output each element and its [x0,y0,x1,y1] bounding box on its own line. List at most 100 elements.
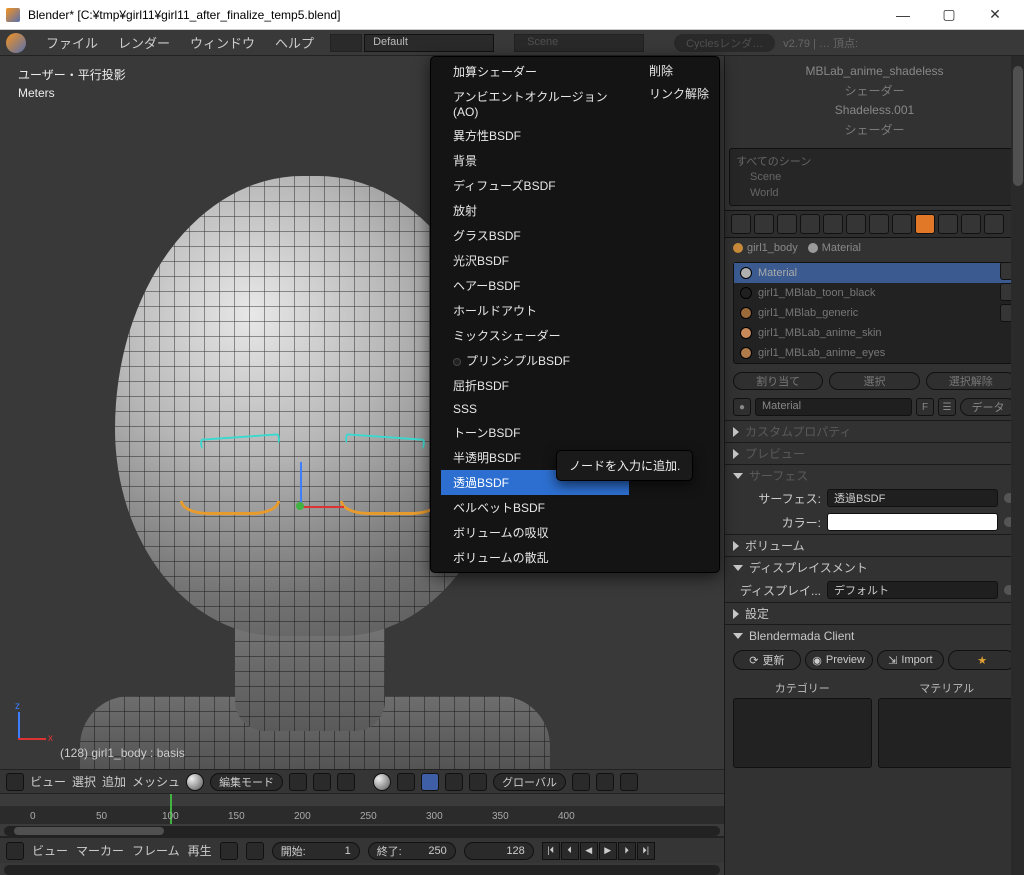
outliner[interactable]: すべてのシーン Scene World [729,148,1020,206]
layers-icon[interactable] [572,773,590,791]
panel-displacement[interactable]: ディスプレイスメント [725,556,1024,578]
manipulator-rotate-icon[interactable] [445,773,463,791]
tab-scene-icon[interactable] [777,214,797,234]
shader-menu-item[interactable]: ディフューズBSDF [441,173,629,198]
tab-modifiers-icon[interactable] [869,214,889,234]
layout-split-button[interactable] [330,34,362,52]
properties-scroll-thumb[interactable] [1013,66,1023,186]
jump-start-button[interactable]: |⏴ [542,842,560,860]
displacement-dropdown[interactable]: デフォルト [827,581,998,599]
material-browse-icon[interactable]: ● [733,398,751,416]
assign-button[interactable]: 割り当て [733,372,823,390]
keyframe-next-button[interactable]: ⏵ [618,842,636,860]
material-slot[interactable]: girl1_MBLab_anime_eyes [734,343,1015,363]
end-frame-field[interactable]: 終了:250 [368,842,456,860]
menu-remove[interactable]: 削除 [629,59,709,82]
tt-frame[interactable]: フレーム [132,842,180,859]
scene-selector[interactable]: Scene [514,34,644,52]
shader-menu-item[interactable]: 加算シェーダー [441,59,629,84]
material-name-field[interactable]: Material [755,398,912,416]
autokey-icon[interactable] [246,842,264,860]
mode-icon[interactable] [186,773,204,791]
minimize-button[interactable]: — [880,0,926,30]
tab-texture-icon[interactable] [938,214,958,234]
tab-layers-icon[interactable] [754,214,774,234]
current-frame-field[interactable]: 128 [464,842,534,860]
preview-button[interactable]: ◉Preview [805,650,873,670]
snap-icon[interactable] [596,773,614,791]
category-list[interactable] [733,698,872,768]
mesh-select-vert-icon[interactable] [289,773,307,791]
sync-icon[interactable] [220,842,238,860]
panel-custom-props[interactable]: カスタムプロパティ [725,420,1024,442]
shader-menu-item[interactable]: SSS [441,398,629,420]
menu-window[interactable]: ウィンドウ [180,31,265,54]
layout-selector[interactable]: Default [364,34,494,52]
shader-menu-item[interactable]: 屈折BSDF [441,373,629,398]
panel-settings[interactable]: 設定 [725,602,1024,624]
panel-blendermada[interactable]: Blendermada Client [725,624,1024,646]
vt-add[interactable]: 追加 [102,773,126,790]
material-slot[interactable]: girl1_MBlab_toon_black [734,283,1015,303]
shader-menu-item[interactable]: アンビエントオクルージョン(AO) [441,84,629,123]
orientation-selector[interactable]: グローバル [493,773,566,791]
panel-volume[interactable]: ボリューム [725,534,1024,556]
render-engine-selector[interactable]: Cyclesレンダ… [674,34,775,52]
play-reverse-button[interactable]: ◀ [580,842,598,860]
shader-menu-item[interactable]: ヘアーBSDF [441,273,629,298]
shader-menu-item[interactable]: 放射 [441,198,629,223]
properties-scrollbar[interactable] [1011,56,1024,875]
tab-object-icon[interactable] [823,214,843,234]
tab-material-icon[interactable] [915,214,935,234]
favorite-button[interactable]: ★ [948,650,1016,670]
mode-selector[interactable]: 編集モード [210,773,283,791]
pivot-icon[interactable] [397,773,415,791]
material-list-box[interactable] [878,698,1017,768]
shader-menu-item[interactable]: トーンBSDF [441,420,629,445]
tab-data-icon[interactable] [892,214,912,234]
tt-view[interactable]: ビュー [32,842,68,859]
tab-render-icon[interactable] [731,214,751,234]
vt-view[interactable]: ビュー [30,773,66,790]
blender-icon[interactable] [6,33,26,53]
fake-user-button[interactable]: F [916,398,934,416]
shader-menu-item[interactable]: ミックスシェーダー [441,323,629,348]
mesh-select-edge-icon[interactable] [313,773,331,791]
panel-preview[interactable]: プレビュー [725,442,1024,464]
menu-unlink[interactable]: リンク解除 [629,82,709,105]
vt-select[interactable]: 選択 [72,773,96,790]
shader-menu-item[interactable]: ホールドアウト [441,298,629,323]
tab-world-icon[interactable] [800,214,820,234]
shading-icon[interactable] [373,773,391,791]
surface-type-dropdown[interactable]: 透過BSDF [827,489,998,507]
mesh-select-face-icon[interactable] [337,773,355,791]
tab-physics-icon[interactable] [984,214,1004,234]
color-swatch[interactable] [827,513,998,531]
tt-play[interactable]: 再生 [188,842,212,859]
menu-render[interactable]: レンダー [108,31,180,54]
close-button[interactable]: ✕ [972,0,1018,30]
material-slot[interactable]: girl1_MBLab_anime_skin [734,323,1015,343]
viewport-bottom-scrollbar[interactable] [4,865,720,875]
shader-menu-item[interactable]: ボリュームの吸収 [441,520,629,545]
timeline-scrollbar[interactable] [4,826,720,836]
editor-type-icon[interactable] [6,773,24,791]
timeline-editor-icon[interactable] [6,842,24,860]
timeline-scroll-thumb[interactable] [14,827,164,835]
shader-menu-item[interactable]: グラスBSDF [441,223,629,248]
shader-menu-item[interactable]: 異方性BSDF [441,123,629,148]
manipulator-scale-icon[interactable] [469,773,487,791]
material-slot[interactable]: Material [734,263,1015,283]
tt-marker[interactable]: マーカー [76,842,124,859]
menu-help[interactable]: ヘルプ [265,31,324,54]
shader-menu-item[interactable]: 背景 [441,148,629,173]
shader-menu-item[interactable]: ベルベットBSDF [441,495,629,520]
material-slot-list[interactable]: Materialgirl1_MBlab_toon_blackgirl1_MBla… [733,262,1016,364]
data-link-button[interactable]: データ [960,398,1016,416]
refresh-button[interactable]: ⟳更新 [733,650,801,670]
timeline[interactable]: 050100150200250300350400 [0,793,724,837]
shader-menu-item[interactable]: 光沢BSDF [441,248,629,273]
material-slot[interactable]: girl1_MBlab_generic [734,303,1015,323]
play-button[interactable]: ▶ [599,842,617,860]
material-node-button[interactable]: ☰ [938,398,956,416]
